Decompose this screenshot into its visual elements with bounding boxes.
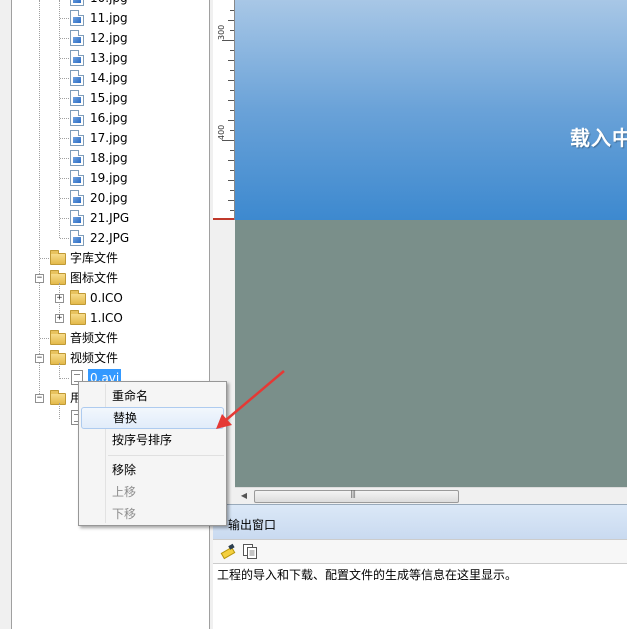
horizontal-scrollbar[interactable]: ◀ (235, 487, 627, 504)
expand-icon[interactable]: + (55, 314, 64, 323)
image-file-icon (70, 70, 84, 86)
folder-icon (50, 350, 66, 365)
ruler-label: 300 (217, 24, 226, 40)
tree-item-label: 16.jpg (90, 111, 128, 125)
output-toolbar (213, 539, 627, 563)
image-file-icon (70, 130, 84, 146)
tree-item-image[interactable]: 16.jpg (12, 108, 209, 128)
tree-item-label: 11.jpg (90, 11, 128, 25)
folder-icon (70, 310, 86, 325)
tree-item-label: 18.jpg (90, 151, 128, 165)
tree-item-image[interactable]: 14.jpg (12, 68, 209, 88)
output-window-title: 输出窗口 (228, 518, 277, 532)
tree-item-image[interactable]: 15.jpg (12, 88, 209, 108)
clear-output-icon[interactable] (220, 542, 238, 560)
menu-item-replace[interactable]: 替换 (81, 407, 224, 429)
ruler-label: 400 (217, 124, 226, 140)
tree-item-image[interactable]: 11.jpg (12, 8, 209, 28)
scrollbar-thumb[interactable] (254, 489, 459, 503)
output-window-body[interactable]: 工程的导入和下载、配置文件的生成等信息在这里显示。 (213, 563, 627, 629)
vertical-ruler: 300 400 (213, 0, 235, 220)
folder-icon (70, 290, 86, 305)
folder-icon (50, 390, 66, 405)
copy-icon[interactable] (241, 542, 259, 560)
tree-item-image[interactable]: 10.jpg (12, 0, 209, 8)
folder-icon (50, 330, 66, 345)
tree-item-ico[interactable]: + 1.ICO (12, 308, 209, 328)
menu-separator (108, 455, 224, 456)
tree-item-label: 22.JPG (90, 231, 130, 245)
left-panel-edge (0, 0, 12, 629)
tree-item-label: 音频文件 (70, 331, 119, 345)
tree-item-ico[interactable]: + 0.ICO (12, 288, 209, 308)
menu-item-sort-by-number[interactable]: 按序号排序 (81, 429, 224, 451)
project-tree[interactable]: 10.jpg 11.jpg 12.jpg 13.jpg 14.jpg 15.jp… (12, 0, 210, 629)
menu-item-move-down: 下移 (112, 507, 137, 521)
context-menu: 重命名 替换 按序号排序 移除 上移 下移 (78, 381, 227, 526)
expand-icon[interactable]: + (55, 294, 64, 303)
tree-item-image[interactable]: 12.jpg (12, 28, 209, 48)
tree-item-label: 1.ICO (90, 311, 123, 325)
tree-item-label: 20.jpg (90, 191, 128, 205)
image-file-icon (70, 110, 84, 126)
tree-item-image[interactable]: 20.jpg (12, 188, 209, 208)
tree-item-label: 15.jpg (90, 91, 128, 105)
tree-item-image[interactable]: 13.jpg (12, 48, 209, 68)
image-file-icon (70, 190, 84, 206)
menu-item-rename[interactable]: 重命名 (81, 385, 224, 407)
tree-item-label: 0.ICO (90, 291, 123, 305)
tree-item-label: 14.jpg (90, 71, 128, 85)
tree-item-image[interactable]: 19.jpg (12, 168, 209, 188)
image-file-icon (70, 150, 84, 166)
output-message: 工程的导入和下载、配置文件的生成等信息在这里显示。 (217, 568, 518, 582)
design-canvas-screen[interactable] (235, 0, 627, 220)
tree-item-font-folder[interactable]: 字库文件 (12, 248, 209, 268)
image-file-icon (70, 30, 84, 46)
image-file-icon (70, 170, 84, 186)
collapse-icon[interactable]: − (35, 274, 44, 283)
output-window-header: 输出窗口 (213, 504, 627, 539)
menu-item-move-up: 上移 (112, 485, 137, 499)
image-file-icon (70, 0, 84, 6)
tree-item-label: 12.jpg (90, 31, 128, 45)
loading-label: 载入中 (570, 126, 627, 150)
tree-item-image[interactable]: 18.jpg (12, 148, 209, 168)
image-file-icon (70, 50, 84, 66)
tree-item-icon-folder[interactable]: − 图标文件 (12, 268, 209, 288)
folder-icon (50, 270, 66, 285)
tree-item-label: 10.jpg (88, 0, 130, 8)
tree-item-label: 视频文件 (70, 351, 119, 365)
collapse-icon[interactable]: − (35, 394, 44, 403)
tree-item-image[interactable]: 21.JPG (12, 208, 209, 228)
image-file-icon (70, 10, 84, 26)
menu-item-remove[interactable]: 移除 (81, 459, 224, 481)
tree-item-label: 19.jpg (90, 171, 128, 185)
tree-item-label: 图标文件 (70, 271, 119, 285)
tree-item-label: 21.JPG (90, 211, 130, 225)
folder-icon (50, 250, 66, 265)
image-file-icon (70, 230, 84, 246)
tree-item-label: 17.jpg (90, 131, 128, 145)
collapse-icon[interactable]: − (35, 354, 44, 363)
image-file-icon (70, 210, 84, 226)
tree-item-image[interactable]: 17.jpg (12, 128, 209, 148)
scroll-left-arrow-icon[interactable]: ◀ (239, 491, 249, 501)
tree-guide-line (59, 403, 60, 419)
design-canvas-background[interactable] (235, 220, 627, 487)
tree-item-audio-folder[interactable]: 音频文件 (12, 328, 209, 348)
tree-item-image[interactable]: 22.JPG (12, 228, 209, 248)
tree-item-label: 13.jpg (90, 51, 128, 65)
tree-item-video-folder[interactable]: − 视频文件 (12, 348, 209, 368)
image-file-icon (70, 90, 84, 106)
tree-item-label: 字库文件 (70, 251, 119, 265)
